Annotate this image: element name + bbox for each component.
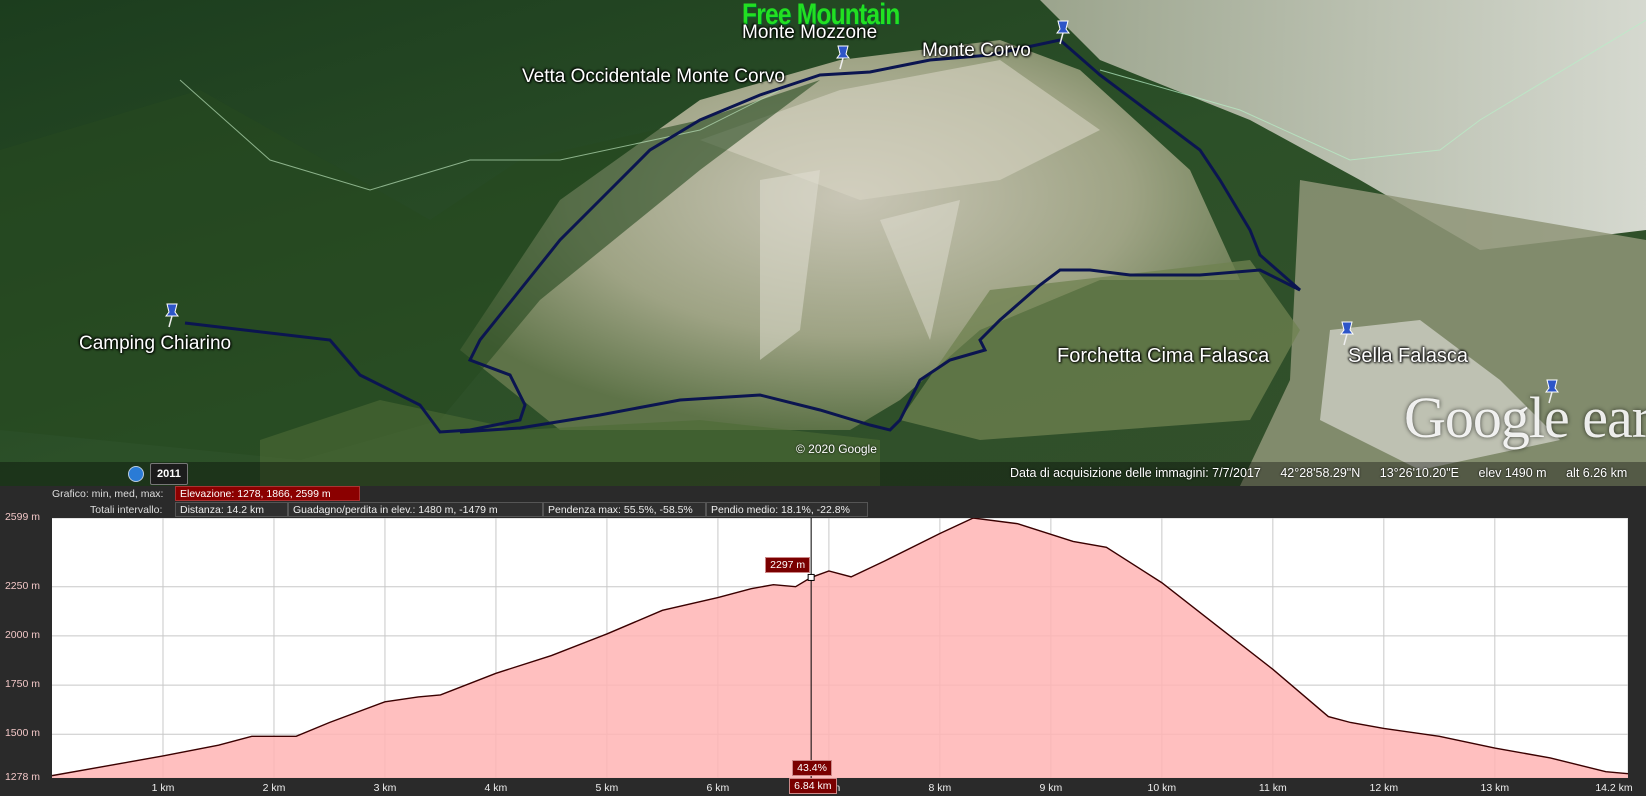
- altitude-readout: alt 6.26 km: [1566, 466, 1628, 480]
- x-tick-label: 4 km: [484, 782, 508, 794]
- x-tick-label: 9 km: [1039, 782, 1063, 794]
- place-label-vetta-occidentale[interactable]: Vetta Occidentale Monte Corvo: [522, 66, 785, 88]
- place-label-monte-corvo[interactable]: Monte Corvo: [922, 40, 1031, 62]
- cursor-elevation-label: 2297 m: [765, 557, 811, 574]
- place-label-camping-chiarino[interactable]: Camping Chiarino: [79, 333, 231, 355]
- y-tick-label: 2599 m: [4, 511, 40, 523]
- elevation-area: [52, 518, 1628, 778]
- place-label-monte-mozzone[interactable]: Monte Mozzone: [742, 22, 877, 44]
- x-tick-label: 12 km: [1369, 782, 1399, 794]
- longitude-readout: 13°26'10.20"E: [1379, 466, 1460, 480]
- placemark-pin-icon[interactable]: [1054, 19, 1072, 45]
- elevation-chart-svg: [51, 517, 1629, 779]
- status-bar: Data di acquisizione delle immagini: 7/7…: [1010, 466, 1643, 480]
- x-tick-label: 11 km: [1258, 782, 1287, 794]
- place-label-sella-falasca[interactable]: Sella Falasca: [1348, 345, 1468, 368]
- y-tick-label: 2250 m: [4, 579, 40, 592]
- graph-label: Grafico: min, med, max:: [52, 488, 164, 500]
- x-tick-label: 1 km: [151, 782, 175, 794]
- x-tick-label: 3 km: [373, 782, 397, 794]
- historical-imagery-year[interactable]: 2011: [150, 463, 188, 485]
- x-tick-label: 13 km: [1480, 782, 1510, 794]
- gain-loss-field[interactable]: Guadagno/perdita in elev.: 1480 m, -1479…: [288, 502, 543, 517]
- x-tick-label: 2 km: [262, 782, 286, 794]
- elevation-stats-field[interactable]: Elevazione: 1278, 1866, 2599 m: [175, 486, 360, 501]
- elevation-readout: elev 1490 m: [1478, 466, 1547, 480]
- y-tick-label: 1278 m: [4, 771, 40, 783]
- placemark-pin-icon[interactable]: [163, 302, 181, 328]
- y-tick-label: 1750 m: [4, 678, 40, 691]
- terrain-imagery: [0, 0, 1646, 486]
- cursor-slope-label: 43.4%: [792, 760, 832, 776]
- placemark-pin-icon[interactable]: [834, 44, 852, 70]
- placemark-pin-icon[interactable]: [1338, 320, 1356, 346]
- max-slope-field[interactable]: Pendenza max: 55.5%, -58.5%: [543, 502, 706, 517]
- map-view[interactable]: Free Mountain Monte Mozzone Monte Corvo …: [0, 0, 1646, 486]
- x-tick-label: 8 km: [928, 782, 952, 794]
- copyright-text: © 2020 Google: [796, 442, 877, 456]
- latitude-readout: 42°28'58.29"N: [1280, 466, 1361, 480]
- cursor-distance-label: 6.84 km: [789, 778, 837, 794]
- google-earth-logo: Google earth: [1404, 385, 1646, 450]
- y-tick-label: 1500 m: [4, 727, 40, 740]
- x-tick-label: 6 km: [706, 782, 730, 794]
- x-tick-label: 10 km: [1147, 782, 1177, 794]
- elevation-chart[interactable]: [51, 517, 1629, 779]
- x-tick-label: 14.2 km: [1595, 782, 1633, 794]
- place-label-forchetta-cima-falasca[interactable]: Forchetta Cima Falasca: [1057, 345, 1269, 368]
- cursor-point: [807, 573, 815, 581]
- y-tick-label: 2000 m: [4, 628, 40, 641]
- acquisition-date: Data di acquisizione delle immagini: 7/7…: [1010, 466, 1261, 480]
- x-tick-label: 5 km: [595, 782, 619, 794]
- avg-slope-field[interactable]: Pendio medio: 18.1%, -22.8%: [706, 502, 868, 517]
- distance-field[interactable]: Distanza: 14.2 km: [175, 502, 288, 517]
- totals-label: Totali intervallo:: [90, 504, 163, 516]
- historical-imagery-clock-icon[interactable]: [128, 466, 144, 482]
